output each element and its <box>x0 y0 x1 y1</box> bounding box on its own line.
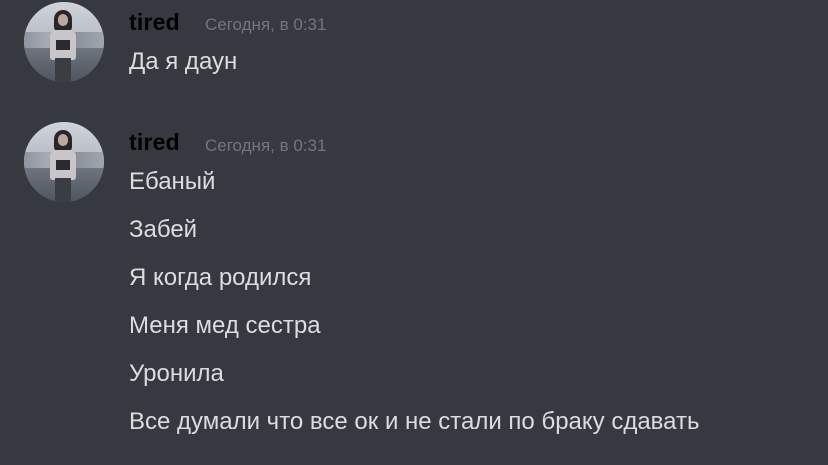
message-timestamp: Сегодня, в 0:31 <box>205 15 327 34</box>
message-text: Забей <box>129 216 198 243</box>
avatar[interactable] <box>24 2 104 82</box>
message-text: Все думали что все ок и не стали по брак… <box>129 408 700 435</box>
username[interactable]: tired <box>129 9 180 36</box>
message-text: Да я даун <box>129 48 238 75</box>
avatar[interactable] <box>24 122 104 202</box>
message-timestamp: Сегодня, в 0:31 <box>205 136 327 155</box>
message-text: Меня мед сестра <box>129 312 321 339</box>
message-text: Ебаный <box>129 168 216 195</box>
username[interactable]: tired <box>129 129 180 156</box>
message-text: Я когда родился <box>129 264 312 291</box>
message-text: Уронила <box>129 360 224 387</box>
